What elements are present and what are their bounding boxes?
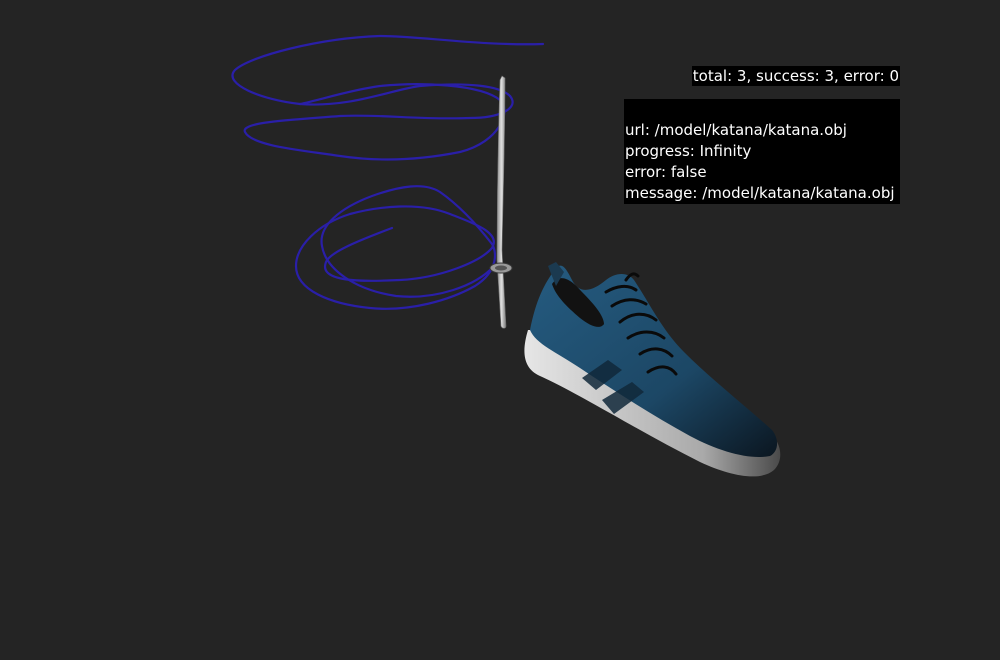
load-log-panel: url: /model/katana/katana.obj progress: … [624, 99, 900, 204]
log-url: url: /model/katana/katana.obj [625, 121, 847, 139]
3d-viewport[interactable]: total: 3, success: 3, error: 0 url: /mod… [0, 0, 1000, 660]
sneaker-model [524, 262, 781, 477]
katana-model [489, 75, 513, 329]
log-error: error: false [625, 163, 707, 181]
load-summary: total: 3, success: 3, error: 0 [691, 66, 900, 86]
log-progress: progress: Infinity [625, 142, 752, 160]
log-message: message: /model/katana/katana.obj [625, 184, 895, 202]
load-summary-text: total: 3, success: 3, error: 0 [692, 67, 899, 85]
